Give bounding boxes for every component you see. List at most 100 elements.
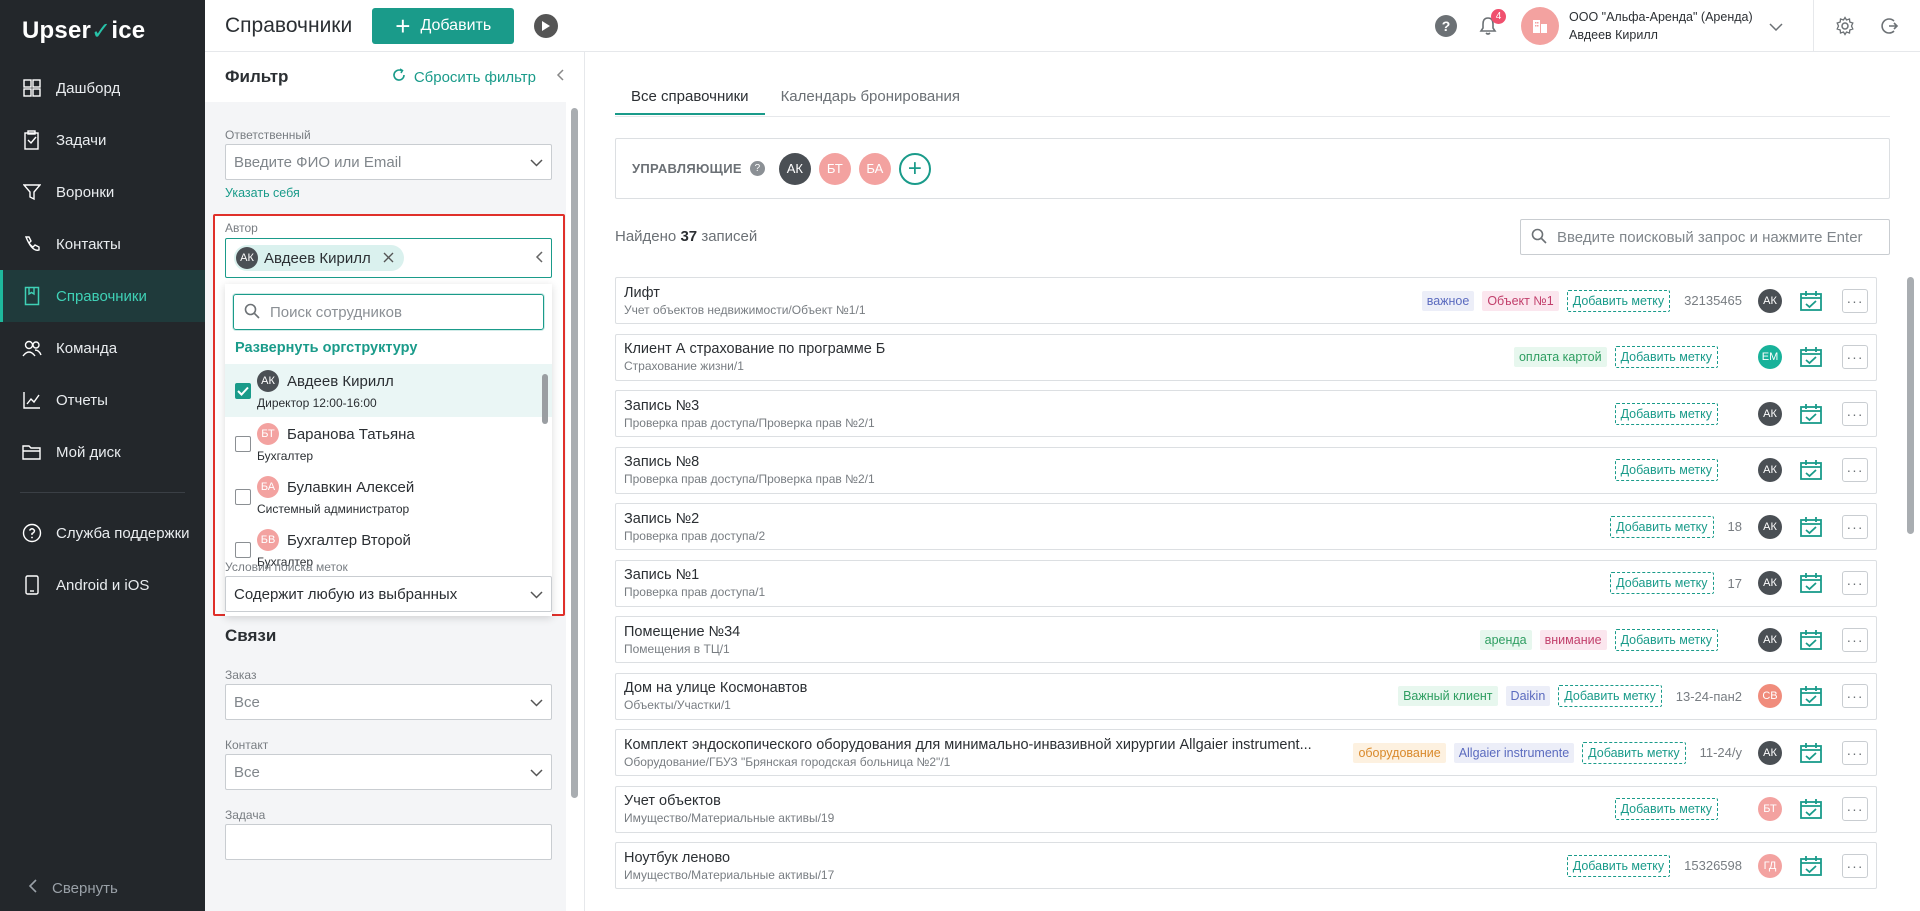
more-options-button[interactable]: ··· (1842, 571, 1868, 595)
record-row[interactable]: Ноутбук леново Имущество/Материальные акт… (615, 842, 1877, 889)
author-select[interactable]: АК Авдеев Кирилл (225, 238, 552, 278)
records-search-field[interactable] (1520, 219, 1890, 255)
sidebar-item-dashboard[interactable]: Дашборд (0, 62, 205, 114)
close-icon[interactable] (383, 250, 394, 267)
notifications-bell-icon[interactable]: 4 (1477, 9, 1506, 37)
record-title[interactable]: Запись №1 (624, 567, 1600, 583)
more-options-button[interactable]: ··· (1842, 288, 1868, 313)
employee-option[interactable]: БТ Баранова Татьяна Бухгалтер (225, 417, 552, 470)
avatar[interactable]: БТ (818, 152, 851, 185)
record-row[interactable]: Лифт Учет объектов недвижимости/Объект №1… (615, 277, 1877, 324)
more-options-button[interactable]: ··· (1842, 458, 1868, 482)
employee-search-input[interactable] (270, 303, 490, 321)
more-options-button[interactable]: ··· (1842, 345, 1868, 369)
record-row[interactable]: Запись №2 Проверка прав доступа/2 Добавить… (615, 503, 1877, 550)
record-title[interactable]: Помещение №34 (624, 624, 1470, 640)
record-title[interactable]: Ноутбук леново (624, 850, 1557, 866)
avatar[interactable]: АК (1758, 288, 1782, 313)
add-tag-button[interactable]: Добавить метку (1614, 459, 1718, 481)
record-tag[interactable]: Daikin (1505, 686, 1551, 706)
add-tag-button[interactable]: Добавить метку (1558, 685, 1662, 707)
record-tag[interactable]: аренда (1479, 629, 1532, 650)
filter-scrollbar[interactable] (571, 108, 578, 798)
sidebar-item-mobile[interactable]: Android и iOS (0, 559, 205, 611)
employee-checkbox[interactable] (235, 489, 251, 505)
more-options-button[interactable]: ··· (1842, 684, 1868, 708)
responsible-select[interactable]: Введите ФИО или Email (225, 144, 552, 180)
collapse-filter-icon[interactable] (556, 68, 564, 86)
employee-search-field[interactable] (233, 294, 544, 330)
add-tag-button[interactable]: Добавить метку (1566, 289, 1671, 312)
employee-checkbox[interactable] (235, 383, 251, 399)
task-select[interactable] (225, 824, 552, 860)
calendar-check-icon[interactable] (1798, 797, 1824, 821)
add-button[interactable]: + Добавить (372, 7, 515, 44)
assign-self-link[interactable]: Указать себя (225, 186, 300, 200)
avatar[interactable]: АК (1758, 627, 1782, 652)
add-tag-button[interactable]: Добавить метку (1610, 572, 1714, 594)
avatar[interactable]: АК (1758, 740, 1782, 765)
add-tag-button[interactable]: Добавить метку (1614, 346, 1718, 368)
avatar[interactable]: БТ (1758, 797, 1782, 821)
reset-filter-button[interactable]: Сбросить фильтр (392, 68, 536, 86)
record-tag[interactable]: Важный клиент (1398, 686, 1498, 706)
sidebar-item-support[interactable]: Служба поддержки (0, 507, 205, 559)
avatar[interactable]: АК (778, 152, 811, 185)
logout-icon[interactable] (1878, 15, 1900, 37)
record-tag[interactable]: Allgaier instrumente (1453, 742, 1575, 763)
record-row[interactable]: Запись №1 Проверка прав доступа/1 Добавить… (615, 559, 1877, 607)
tab-booking-calendar[interactable]: Календарь бронирования (765, 88, 976, 115)
records-scrollbar[interactable] (1907, 277, 1914, 534)
more-options-button[interactable]: ··· (1842, 514, 1868, 539)
employee-checkbox[interactable] (235, 436, 251, 452)
record-title[interactable]: Комплект эндоскопического оборудования д… (624, 737, 1343, 753)
avatar[interactable]: БА (858, 152, 891, 185)
calendar-check-icon[interactable] (1798, 628, 1824, 652)
record-title[interactable]: Запись №2 (624, 511, 1600, 527)
sidebar-item-funnel[interactable]: Воронки (0, 166, 205, 218)
chevron-left-icon[interactable] (535, 250, 543, 266)
record-tag[interactable]: важное (1421, 290, 1475, 311)
calendar-check-icon[interactable] (1798, 571, 1824, 595)
avatar[interactable]: ЕМ (1758, 345, 1782, 369)
more-options-button[interactable]: ··· (1842, 401, 1868, 426)
calendar-check-icon[interactable] (1798, 458, 1824, 482)
record-row[interactable]: Комплект эндоскопического оборудования д… (615, 729, 1877, 776)
calendar-check-icon[interactable] (1798, 854, 1824, 878)
add-tag-button[interactable]: Добавить метку (1566, 854, 1671, 877)
record-row[interactable]: Учет объектов Имущество/Материальные акти… (615, 785, 1877, 833)
calendar-check-icon[interactable] (1798, 741, 1824, 765)
record-tag[interactable]: внимание (1539, 629, 1607, 650)
add-manager-button[interactable]: + (898, 152, 931, 185)
records-search-input[interactable] (1557, 228, 1877, 246)
add-tag-button[interactable]: Добавить метку (1614, 402, 1718, 425)
gear-icon[interactable] (1834, 15, 1856, 37)
more-options-button[interactable]: ··· (1842, 853, 1868, 878)
record-tag[interactable]: оплата картой (1513, 347, 1607, 367)
record-title[interactable]: Учет объектов (624, 793, 1605, 809)
collapse-sidebar-button[interactable]: Свернуть (28, 879, 118, 897)
record-row[interactable]: Помещение №34 Помещения в ТЦ/1 аренда внима… (615, 616, 1877, 663)
more-options-button[interactable]: ··· (1842, 740, 1868, 765)
sidebar-item-contacts[interactable]: Контакты (0, 218, 205, 270)
help-icon[interactable]: ? (749, 161, 765, 176)
sidebar-item-reports[interactable]: Отчеты (0, 374, 205, 426)
app-logo[interactable]: Upser ✓ ice (0, 0, 205, 62)
avatar[interactable]: АК (1758, 401, 1782, 426)
calendar-check-icon[interactable] (1798, 402, 1824, 426)
add-tag-button[interactable]: Добавить метку (1614, 798, 1718, 820)
avatar[interactable]: АК (1758, 458, 1782, 482)
employee-checkbox[interactable] (235, 542, 251, 558)
expand-org-structure-link[interactable]: Развернуть оргструктуру (235, 340, 552, 356)
help-icon[interactable]: ? (1435, 15, 1457, 37)
chevron-down-icon[interactable] (1769, 18, 1791, 34)
tab-all-directories[interactable]: Все справочники (615, 88, 765, 115)
avatar[interactable]: АК (1758, 514, 1782, 539)
record-title[interactable]: Клиент А страхование по программе Б (624, 341, 1504, 357)
dropdown-scrollbar[interactable] (542, 374, 548, 424)
record-tag[interactable]: оборудование (1353, 742, 1446, 763)
calendar-check-icon[interactable] (1798, 289, 1824, 313)
add-tag-button[interactable]: Добавить метку (1582, 741, 1686, 764)
record-row[interactable]: Запись №8 Проверка прав доступа/Проверка … (615, 446, 1877, 494)
record-tag[interactable]: Объект №1 (1482, 290, 1559, 311)
